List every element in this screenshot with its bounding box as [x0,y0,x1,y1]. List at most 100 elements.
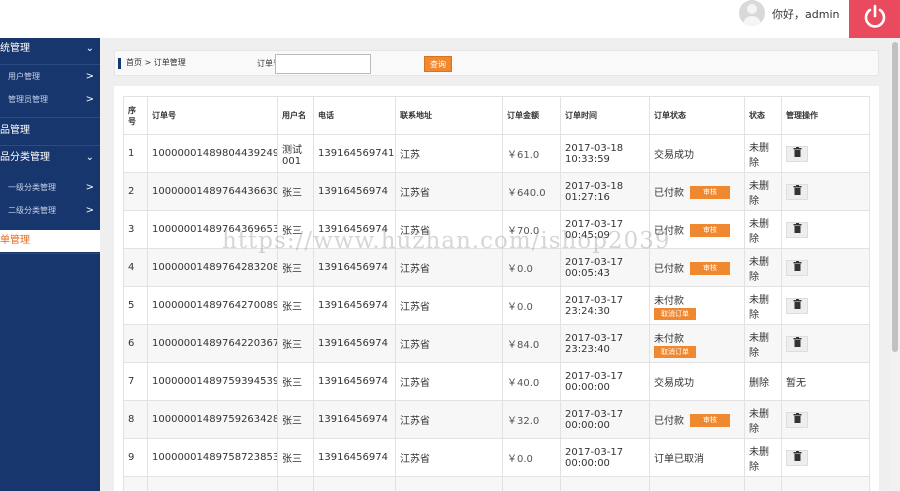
cell-no: 5 [123,286,148,325]
table-row: 9 10000001489758723853 张三 13916456974 江苏省 ￥0.… [123,438,870,477]
sidebar-item-4[interactable]: 品分类管理 ⌄ [0,147,100,169]
cell-operations [781,286,870,325]
cancel-order-button[interactable]: 取消订单 [654,307,696,320]
cell-user: 张三 [277,438,314,477]
review-button[interactable]: 审核 [690,224,730,238]
sidebar-item-label: 统管理 [0,43,30,54]
sidebar-item-2[interactable]: 管理员管理 > [0,89,100,111]
delete-button[interactable] [786,183,808,200]
trash-icon [793,260,801,271]
cell-operations [781,324,870,363]
cell-no: 4 [123,248,148,287]
order-status-text: 已付款 [654,263,684,275]
table-row: 7 10000001489759394539 张三 13916456974 江苏省 ￥40… [123,362,870,401]
cancel-order-button[interactable]: 取消订单 [654,345,696,358]
cell-amount: ￥70.0 [502,210,561,249]
page-scrollbar[interactable] [890,38,900,491]
cell-phone: 13916456974 [313,438,396,477]
cell-user: 张三 [277,400,314,439]
order-status-text: 已付款 [654,225,684,237]
cell-delete-state: 未删除 [744,324,782,363]
logout-button[interactable] [849,0,900,38]
table-row: 4 10000001489764283208 张三 13916456974 江苏省 ￥0.… [123,248,870,287]
cell-user: 张三 [277,476,314,491]
cell-delete-state: 未删 [744,476,782,491]
column-header: 订单金额 [502,96,561,135]
cell-phone: 13916456974 [313,286,396,325]
cell-time: 2017-03-17 00:05:43 [560,248,650,287]
cell-addr: 江苏 [395,134,503,173]
column-header: 联系地址 [395,96,503,135]
column-header: 管理操作 [781,96,870,135]
review-button[interactable]: 审核 [690,414,730,428]
cell-addr: 江苏省 [395,362,503,401]
cell-amount: ￥0.0 [502,248,561,287]
order-status-text: 订单已取消 [654,454,704,465]
table-header-row: 序号 订单号 用户名 电话 联系地址 订单金额 订单时间 订单状态 状态 管理操作 [123,96,870,135]
cell-order-id: 10000001489764369653 [147,210,278,249]
breadcrumb-home[interactable]: 首页 [126,58,142,67]
order-status-text: 未付款 [654,333,684,345]
cell-order-id: 10000001489764220367 [147,324,278,363]
sidebar-item-label: 用户管理 [8,72,40,81]
order-status-text: 已付款 [654,187,684,199]
sidebar-item-3[interactable]: 品管理 [0,120,100,142]
breadcrumb: 首页 > 订单管理 [126,57,186,68]
cell-user: 张三 [277,286,314,325]
table-row: 2 10000001489764436630 张三 13916456974 江苏省 ￥64… [123,172,870,211]
sidebar-item-label: 二级分类管理 [8,206,56,215]
cell-addr: 江苏省 [395,172,503,211]
delete-button[interactable] [786,145,808,162]
cell-amount: ￥0.0 [502,438,561,477]
query-button[interactable]: 查询 [424,56,452,72]
trash-icon [793,184,801,195]
delete-button[interactable] [786,221,808,238]
chevron-right-icon: > [85,71,94,82]
user-avatar-icon[interactable] [739,0,765,26]
sidebar-item-6[interactable]: 二级分类管理 > [0,200,100,222]
sidebar-item-0[interactable]: 统管理 ⌄ [0,38,100,60]
sidebar-item-5[interactable]: 一级分类管理 > [0,177,100,199]
sidebar-item-7[interactable]: 单管理 [0,230,100,252]
breadcrumb-separator: > [144,58,152,67]
cell-delete-state: 未删除 [744,210,782,249]
trash-icon [793,336,801,347]
delete-button[interactable] [786,335,808,352]
cell-time: 2017-03-17 00:00:00 [560,438,650,477]
cell-user: 张三 [277,172,314,211]
delete-button[interactable] [786,297,808,314]
cell-addr: 江苏省 [395,438,503,477]
cell-user: 张三 [277,248,314,287]
sidebar-divider [0,253,100,254]
greeting-text: 你好，admin [772,8,840,21]
cell-order-status: 已付款 审核 [649,172,745,211]
review-button[interactable]: 审核 [690,186,730,200]
table-row: 5 10000001489764270089 张三 13916456974 江苏省 ￥0.… [123,286,870,325]
cell-time: 2017-03-18 10:33:59 [560,134,650,173]
delete-button[interactable] [786,411,808,428]
column-header: 订单时间 [560,96,650,135]
cell-time: 2017-03-17 00:00:00 [560,400,650,439]
cell-amount: ￥0.0 [502,286,561,325]
cell-amount: ￥32.0 [502,400,561,439]
cell-amount: ￥84.0 [502,324,561,363]
review-button[interactable]: 审核 [690,262,730,276]
trash-icon [793,222,801,233]
cell-delete-state: 删除 [744,362,782,401]
cell-addr: 江苏省 [395,286,503,325]
cell-order-status: 已付款 审核 [649,210,745,249]
sidebar-item-1[interactable]: 用户管理 > [0,66,100,88]
chevron-right-icon: > [85,205,94,216]
scrollbar-thumb[interactable] [892,42,898,352]
sidebar-item-label: 品管理 [0,125,30,136]
cell-phone: 13916456974 [313,210,396,249]
chevron-down-icon: ⌄ [85,152,94,163]
order-status-text: 已付款 [654,415,684,427]
delete-button[interactable] [786,449,808,466]
order-id-input[interactable] [275,54,371,74]
cell-order-id: 10000001489758723853 [147,438,278,477]
cell-phone: 13916456974 [313,172,396,211]
cell-time: 2017-03-17 00:45:09 [560,210,650,249]
delete-button[interactable] [786,259,808,276]
trash-icon [793,298,801,309]
